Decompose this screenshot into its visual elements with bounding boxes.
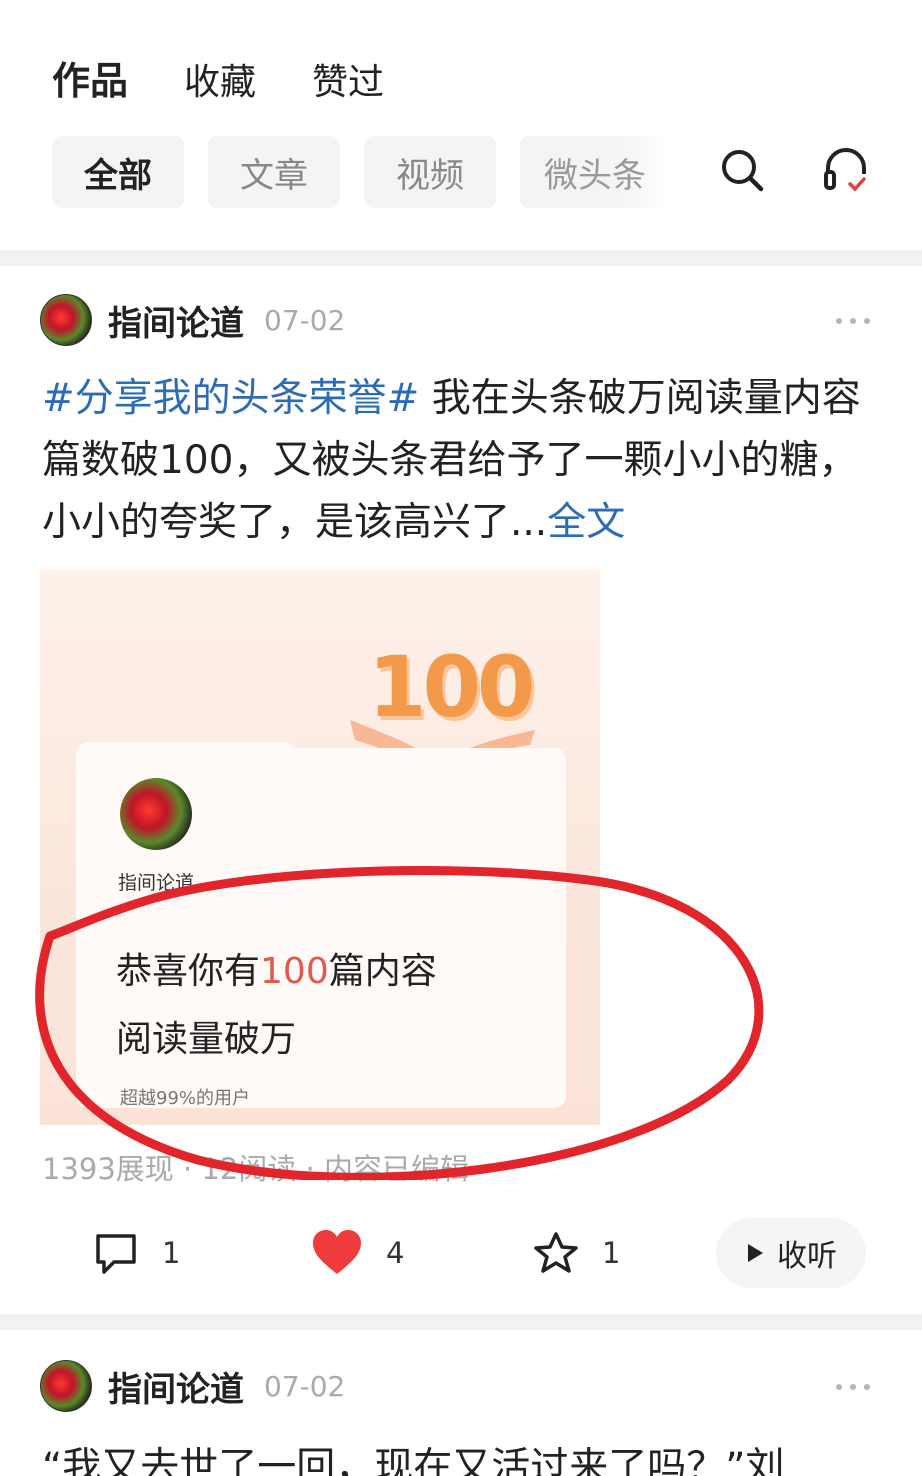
search-icon[interactable]	[712, 140, 772, 200]
post-body-text[interactable]: “我又去世了一回，现在又活过来了吗？”刘	[42, 1436, 784, 1476]
filter-micro[interactable]: 微头条	[520, 136, 670, 208]
avatar[interactable]	[40, 294, 92, 346]
post-header: 指间论道 07-02	[40, 1360, 345, 1412]
tab-works[interactable]: 作品	[52, 50, 128, 105]
like-count: 4	[386, 1236, 405, 1270]
card-subheadline: 阅读量破万	[116, 1019, 297, 1060]
section-divider	[0, 250, 922, 266]
author-name[interactable]: 指间论道	[108, 1362, 244, 1411]
honor-card-image[interactable]: 100 指间论道 恭喜你有100篇内容 阅读量破万 超越99%的用户	[40, 570, 600, 1125]
comment-count: 1	[162, 1236, 181, 1270]
play-icon	[748, 1244, 763, 1262]
more-options-icon[interactable]	[836, 318, 870, 324]
post-header: 指间论道 07-02	[40, 294, 345, 346]
filter-videos[interactable]: 视频	[364, 136, 496, 208]
post-date: 07-02	[264, 303, 346, 337]
headphones-icon[interactable]	[816, 140, 876, 200]
comment-icon	[96, 1234, 136, 1274]
tab-liked[interactable]: 赞过	[312, 53, 384, 105]
hashtag-link[interactable]: #分享我的头条荣誉#	[42, 376, 419, 421]
heart-icon	[313, 1230, 361, 1274]
avatar[interactable]	[40, 1360, 92, 1412]
star-icon	[534, 1232, 578, 1273]
author-name[interactable]: 指间论道	[108, 296, 244, 345]
card-headline-number: 100	[260, 951, 329, 992]
listen-button[interactable]: 收听	[716, 1218, 866, 1288]
tab-favorites[interactable]: 收藏	[184, 53, 256, 105]
post-actions: 1 4 1 收听	[0, 1218, 922, 1288]
filter-all[interactable]: 全部	[52, 136, 184, 208]
card-avatar	[120, 778, 192, 850]
comment-button[interactable]: 1	[92, 1218, 180, 1288]
profile-tabs: 作品 收藏 赞过	[52, 50, 384, 105]
card-percentile: 超越99%的用户	[120, 1088, 251, 1109]
post-body[interactable]: #分享我的头条荣誉# 我在头条破万阅读量内容篇数破100，又被头条君给予了一颗小…	[42, 368, 882, 554]
favorite-count: 1	[602, 1236, 621, 1270]
card-headline: 恭喜你有100篇内容	[116, 942, 437, 994]
card-headline-suffix: 篇内容	[328, 951, 437, 992]
read-more-link[interactable]: 全文	[547, 500, 625, 545]
like-button[interactable]: 4	[310, 1218, 404, 1288]
card-author: 指间论道	[118, 872, 195, 894]
favorite-button[interactable]: 1	[532, 1218, 620, 1288]
filter-articles[interactable]: 文章	[208, 136, 340, 208]
post-stats: 1393展现 · 12阅读 · 内容已编辑	[42, 1152, 470, 1186]
section-divider	[0, 1314, 922, 1330]
card-headline-prefix: 恭喜你有	[116, 951, 261, 992]
more-options-icon[interactable]	[836, 1384, 870, 1390]
filter-chips: 全部 文章 视频 微头条	[52, 136, 670, 208]
post-date: 07-02	[264, 1369, 346, 1403]
listen-label: 收听	[777, 1239, 837, 1274]
